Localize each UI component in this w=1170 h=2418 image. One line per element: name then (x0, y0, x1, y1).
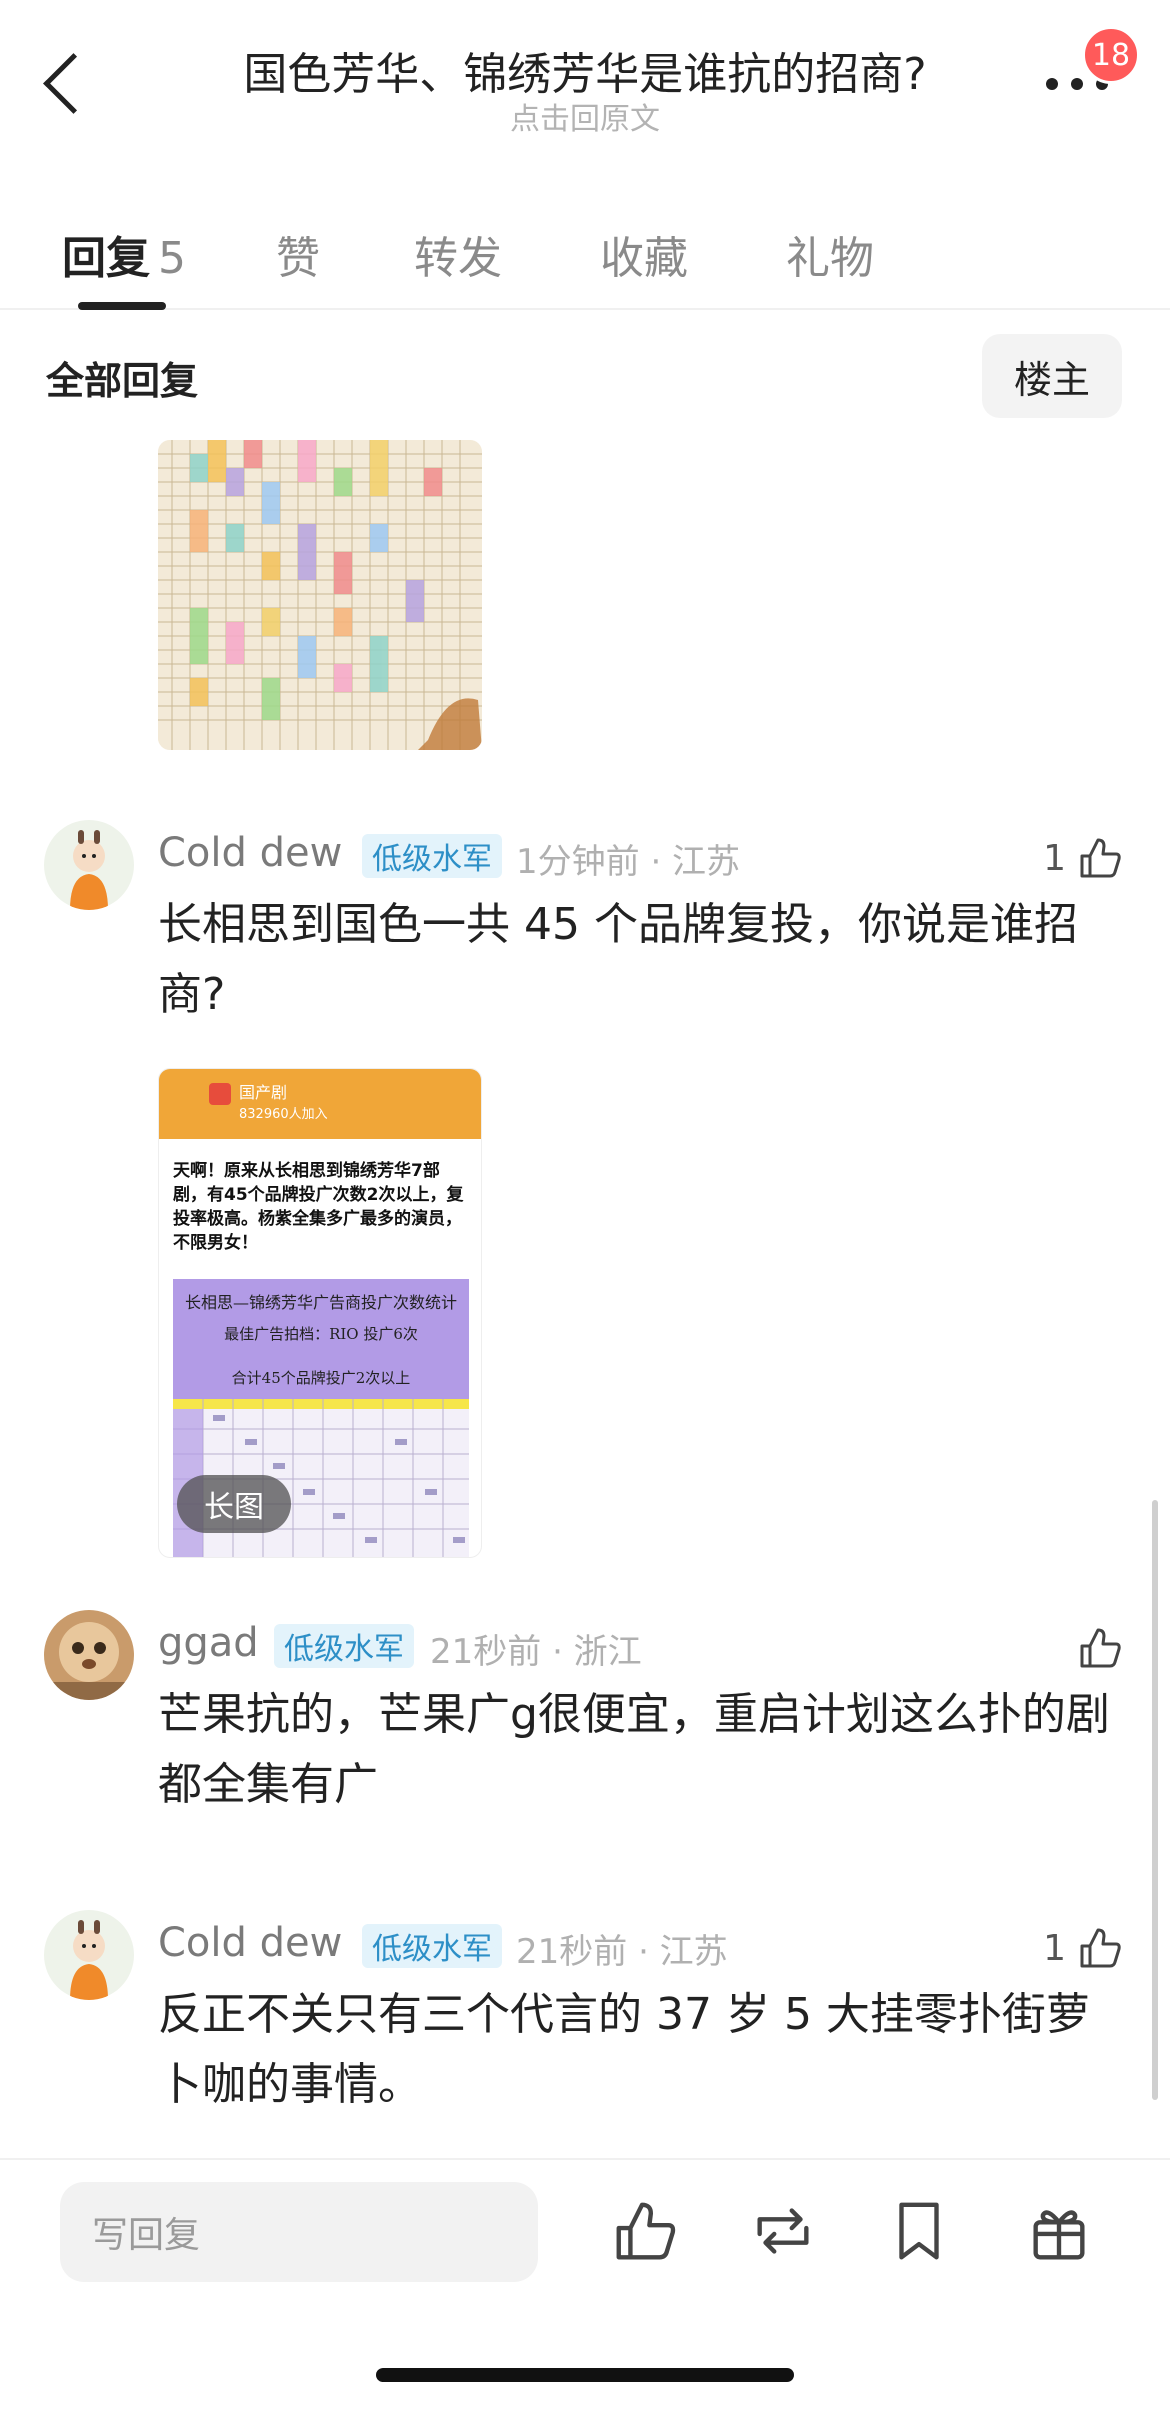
tab-gifts[interactable]: 礼物 (786, 222, 874, 286)
gift-icon[interactable] (1024, 2196, 1094, 2266)
post-title: 国色芳华、锦绣芳华是谁抗的招商? (243, 49, 927, 100)
thumbs-up-icon[interactable] (610, 2196, 680, 2266)
notification-badge: 18 (1082, 26, 1140, 84)
group-members: 832960人加入 (239, 1107, 328, 1122)
comment-meta: 1分钟前 · 江苏 (516, 842, 741, 882)
schedule-grid-image (158, 440, 482, 750)
group-icon (209, 1083, 231, 1105)
user-avatar[interactable] (44, 820, 134, 910)
user-rank-badge[interactable]: 低级水军 (362, 1924, 502, 1968)
top-nav-bar: 国色芳华、锦绣芳华是谁抗的招商? 点击回原文 18 (0, 0, 1170, 150)
thumbs-up-icon (1080, 838, 1121, 878)
comment-text: 长相思到国色一共 45 个品牌复投，你说是谁招商? (158, 899, 1078, 1020)
like-button[interactable]: 1 (1043, 828, 1124, 888)
comment-username[interactable]: Cold dew (158, 1920, 342, 1966)
tab-replies-count: 5 (158, 233, 186, 284)
like-button[interactable] (1066, 1618, 1124, 1678)
ad-best-partner: 最佳广告拍档：RIO 投广6次 (224, 1325, 418, 1343)
ad-stats-header: 长相思—锦绣芳华广告商投广次数统计 最佳广告拍档：RIO 投广6次 合计45个品… (173, 1279, 469, 1399)
tab-replies[interactable]: 回复 5 (62, 222, 186, 286)
user-rank-badge[interactable]: 低级水军 (362, 834, 502, 878)
long-image-tag: 长图 (177, 1475, 291, 1533)
tab-favorites[interactable]: 收藏 (600, 222, 688, 286)
like-button[interactable]: 1 (1043, 1918, 1124, 1978)
op-only-filter-button[interactable]: 楼主 (982, 334, 1122, 418)
tab-replies-label: 回复 (62, 233, 150, 284)
like-count: 1 (1043, 837, 1066, 879)
comment-text: 反正不关只有三个代言的 37 岁 5 大挂零扑街萝卜咖的事情。 (158, 1989, 1090, 2110)
user-rank-badge[interactable]: 低级水军 (274, 1624, 414, 1668)
screenshot-group-bar: 国产剧 832960人加入 (159, 1069, 481, 1139)
repost-icon[interactable] (748, 2196, 818, 2266)
reply-image-long[interactable]: 国产剧 832960人加入 天啊！原来从长相思到锦绣芳华7部剧，有45个品牌投广… (158, 1068, 482, 1558)
tab-reposts[interactable]: 转发 (414, 222, 502, 286)
comment-meta: 21秒前 · 江苏 (516, 1932, 728, 1972)
avatar-image-icon (44, 1910, 134, 2000)
reply-image-schedule-grid[interactable] (158, 440, 482, 750)
comment-username[interactable]: Cold dew (158, 830, 342, 876)
comment-meta: 21秒前 · 浙江 (430, 1632, 642, 1672)
reply-input[interactable]: 写回复 (60, 2182, 538, 2282)
thumbs-up-icon (1080, 1628, 1121, 1668)
all-replies-heading: 全部回复 (46, 359, 199, 403)
screenshot-headline: 天啊！原来从长相思到锦绣芳华7部剧，有45个品牌投广次数2次以上，复投率极高。杨… (173, 1161, 464, 1253)
reply-tabs: 回复 5 赞 转发 收藏 礼物 (0, 210, 1170, 310)
bottom-action-bar: 写回复 (0, 2158, 1170, 2418)
thumbs-up-icon (1080, 1928, 1121, 1968)
comment-text: 芒果抗的，芒果广g很便宜，重启计划这么扑的剧都全集有广 (158, 1689, 1110, 1810)
home-indicator (376, 2368, 794, 2382)
like-count: 1 (1043, 1927, 1066, 1969)
user-avatar[interactable] (44, 1610, 134, 1700)
avatar-image-icon (44, 1610, 134, 1700)
avatar-image-icon (44, 820, 134, 910)
scrollbar[interactable] (1152, 1500, 1158, 2100)
group-name: 国产剧 (239, 1083, 288, 1102)
user-avatar[interactable] (44, 1910, 134, 2000)
comment-username[interactable]: ggad (158, 1620, 259, 1666)
ad-stats-title: 长相思—锦绣芳华广告商投广次数统计 (184, 1293, 457, 1312)
back-to-original-link[interactable]: 点击回原文 (150, 94, 1020, 138)
ad-total: 合计45个品牌投广2次以上 (231, 1369, 411, 1387)
back-arrow-icon[interactable] (38, 50, 88, 120)
bookmark-icon[interactable] (884, 2196, 954, 2266)
active-tab-indicator (78, 302, 166, 310)
tab-likes[interactable]: 赞 (276, 222, 320, 286)
